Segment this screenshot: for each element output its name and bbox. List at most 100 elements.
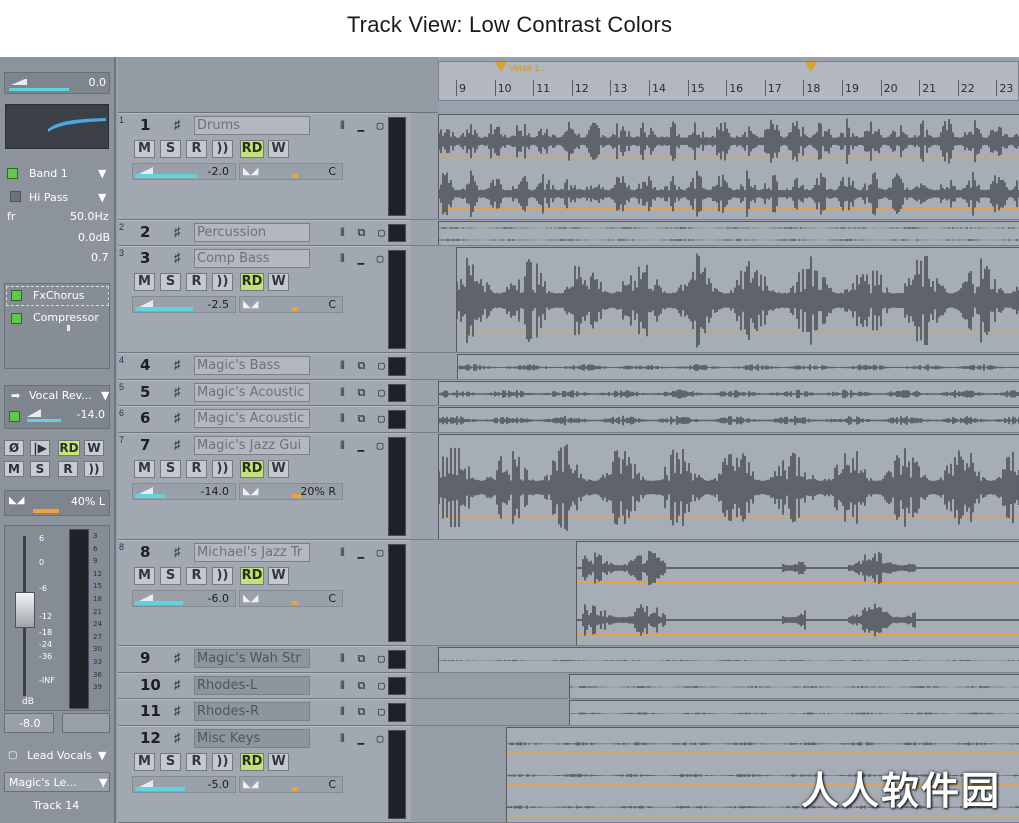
track-lane[interactable] [411, 699, 1019, 726]
track-lane[interactable] [411, 220, 1019, 246]
track-name[interactable]: Magic's Acoustic [194, 409, 310, 428]
track-row[interactable]: 12 ♯ Misc Keys ⦀ ▁ ▢ M S R)) RD W -5.0 ◣◢ C [118, 726, 438, 823]
volume-slider[interactable]: -14.0 [132, 483, 236, 500]
write-automation-button[interactable]: W [84, 440, 104, 456]
write-automation-button[interactable]: W [268, 753, 289, 771]
track-row[interactable]: 10 ♯ Rhodes-L ⦀ ⧉ ▢ [118, 673, 438, 699]
track-name[interactable]: Misc Keys [194, 729, 310, 748]
audio-clip[interactable] [438, 114, 1019, 219]
fader-value-box[interactable]: -8.0 [4, 713, 54, 733]
track-lane[interactable] [411, 246, 1019, 353]
record-arm-button[interactable]: R [186, 140, 207, 158]
fx-enable-checkbox[interactable] [11, 313, 22, 324]
volume-slider[interactable]: -2.0 [132, 163, 236, 180]
track-lane[interactable] [411, 433, 1019, 540]
pan-slider[interactable]: ◣◢ C [239, 590, 343, 607]
freq-value[interactable]: 50.0Hz [70, 210, 109, 223]
fx-name[interactable]: Compressor [33, 311, 99, 324]
track-window-controls[interactable]: ⦀ ⧉ ▢ [340, 359, 388, 373]
input-monitor-button[interactable]: )) [84, 461, 104, 477]
track-window-controls[interactable]: ⦀ ▁ ▢ [340, 119, 386, 133]
chevron-down-icon[interactable]: ▼ [98, 167, 106, 180]
solo-button[interactable]: S [160, 140, 181, 158]
track-window-controls[interactable]: ⦀ ⧉ ▢ [340, 386, 388, 400]
track-name[interactable]: Magic's Wah Str [194, 649, 310, 668]
pan-slider[interactable]: ◣◢ C [239, 163, 343, 180]
track-name[interactable]: Comp Bass [194, 249, 310, 268]
track-name[interactable]: Rhodes-R [194, 702, 310, 721]
send-enable-checkbox[interactable] [9, 411, 20, 422]
track-row[interactable]: 9 ♯ Magic's Wah Str ⦀ ⧉ ▢ [118, 646, 438, 673]
mute-button[interactable]: M [134, 567, 155, 585]
track-lane[interactable] [411, 406, 1019, 433]
solo-button[interactable]: S [160, 273, 181, 291]
fx-enable-checkbox[interactable] [11, 290, 22, 301]
chevron-down-icon[interactable]: ▼ [101, 389, 109, 402]
track-lane[interactable] [411, 673, 1019, 699]
mute-button[interactable]: M [134, 460, 155, 478]
mute-button[interactable]: M [134, 140, 155, 158]
track-row[interactable]: 6 6 ♯ Magic's Acoustic ⦀ ⧉ ▢ [118, 406, 438, 433]
input-monitor-button[interactable]: )) [212, 273, 233, 291]
write-automation-button[interactable]: W [268, 140, 289, 158]
read-automation-button[interactable]: RD [240, 753, 264, 771]
eq-band-enable-checkbox[interactable] [7, 168, 18, 179]
volume-slider[interactable]: -5.0 [132, 776, 236, 793]
fx-name[interactable]: FxChorus [33, 289, 84, 302]
track-window-controls[interactable]: ⦀ ▁ ▢ [340, 252, 386, 266]
send-name[interactable]: Vocal Rev... [29, 389, 92, 402]
mute-button[interactable]: M [134, 753, 155, 771]
audio-clip[interactable] [438, 381, 1019, 405]
pan-slider[interactable]: ◣◢ C [239, 776, 343, 793]
track-row[interactable]: 11 ♯ Rhodes-R ⦀ ⧉ ▢ [118, 699, 438, 726]
track-name[interactable]: Magic's Bass [194, 356, 310, 375]
track-row[interactable]: 3 3 ♯ Comp Bass ⦀ ▁ ▢ M S R)) RD W -2.5 ◣◢ C [118, 246, 438, 353]
track-window-controls[interactable]: ⦀ ⧉ ▢ [340, 652, 388, 666]
chevron-down-icon[interactable]: ▼ [98, 749, 106, 762]
record-arm-button[interactable]: R [186, 567, 207, 585]
audio-clip[interactable] [576, 541, 1019, 645]
input-echo-button[interactable]: |▶ [30, 440, 50, 456]
volume-fader-handle[interactable] [15, 592, 35, 628]
input-gain-box[interactable]: 0.0 [4, 72, 110, 94]
record-arm-button[interactable]: R [186, 460, 207, 478]
q-value[interactable]: 0.7 [91, 251, 109, 264]
read-automation-button[interactable]: RD [58, 440, 80, 456]
send-level-value[interactable]: -14.0 [77, 408, 105, 421]
audio-clip[interactable] [569, 674, 1019, 698]
audio-clip[interactable] [438, 434, 1019, 539]
mute-button[interactable]: M [4, 461, 24, 477]
input-monitor-button[interactable]: )) [212, 460, 233, 478]
pan-slider[interactable]: ◣◢ 20% R [239, 483, 343, 500]
audio-clip[interactable] [438, 221, 1019, 245]
track-window-controls[interactable]: ⦀ ▁ ▢ [340, 439, 386, 453]
eq-graph[interactable] [5, 104, 109, 149]
audio-clip[interactable] [569, 700, 1019, 725]
solo-button[interactable]: S [160, 753, 181, 771]
read-automation-button[interactable]: RD [240, 460, 264, 478]
track-lane[interactable] [411, 113, 1019, 220]
marker-flag-icon[interactable] [495, 62, 507, 72]
track-name[interactable]: Drums [194, 116, 310, 135]
solo-button[interactable]: S [160, 460, 181, 478]
track-row[interactable]: 1 1 ♯ Drums ⦀ ▁ ▢ M S R)) RD W -2.0 ◣◢ C [118, 113, 438, 220]
output-name[interactable]: Lead Vocals [27, 749, 92, 762]
pan-slider[interactable]: ◣◢ C [239, 296, 343, 313]
record-arm-button[interactable]: R [58, 461, 78, 477]
gain-value[interactable]: 0.0dB [78, 231, 110, 244]
audio-clip[interactable] [438, 407, 1019, 432]
track-row[interactable]: 5 5 ♯ Magic's Acoustic ⦀ ⧉ ▢ [118, 380, 438, 406]
read-automation-button[interactable]: RD [240, 140, 264, 158]
track-window-controls[interactable]: ⦀ ▁ ▢ [340, 732, 386, 746]
track-row[interactable]: 7 7 ♯ Magic's Jazz Gui ⦀ ▁ ▢ M S R)) RD W -14.0 ◣◢ 2… [118, 433, 438, 540]
marker-flag-icon[interactable] [805, 62, 817, 72]
write-automation-button[interactable]: W [268, 460, 289, 478]
time-ruler[interactable]: Verse 1... 9 10 11 12 13 14 15 16 17 18 19 20 21 22 23 [438, 61, 1019, 101]
audio-clip[interactable] [456, 247, 1019, 352]
phase-invert-button[interactable]: Ø [4, 440, 24, 456]
solo-button[interactable]: S [30, 461, 50, 477]
track-row[interactable]: 4 4 ♯ Magic's Bass ⦀ ⧉ ▢ [118, 353, 438, 380]
track-row[interactable]: 8 8 ♯ Michael's Jazz Tr ⦀ ▁ ▢ M S R)) RD W -6.0 ◣◢ C [118, 540, 438, 646]
filter-enable-checkbox[interactable] [10, 191, 21, 202]
track-lane[interactable] [411, 646, 1019, 673]
